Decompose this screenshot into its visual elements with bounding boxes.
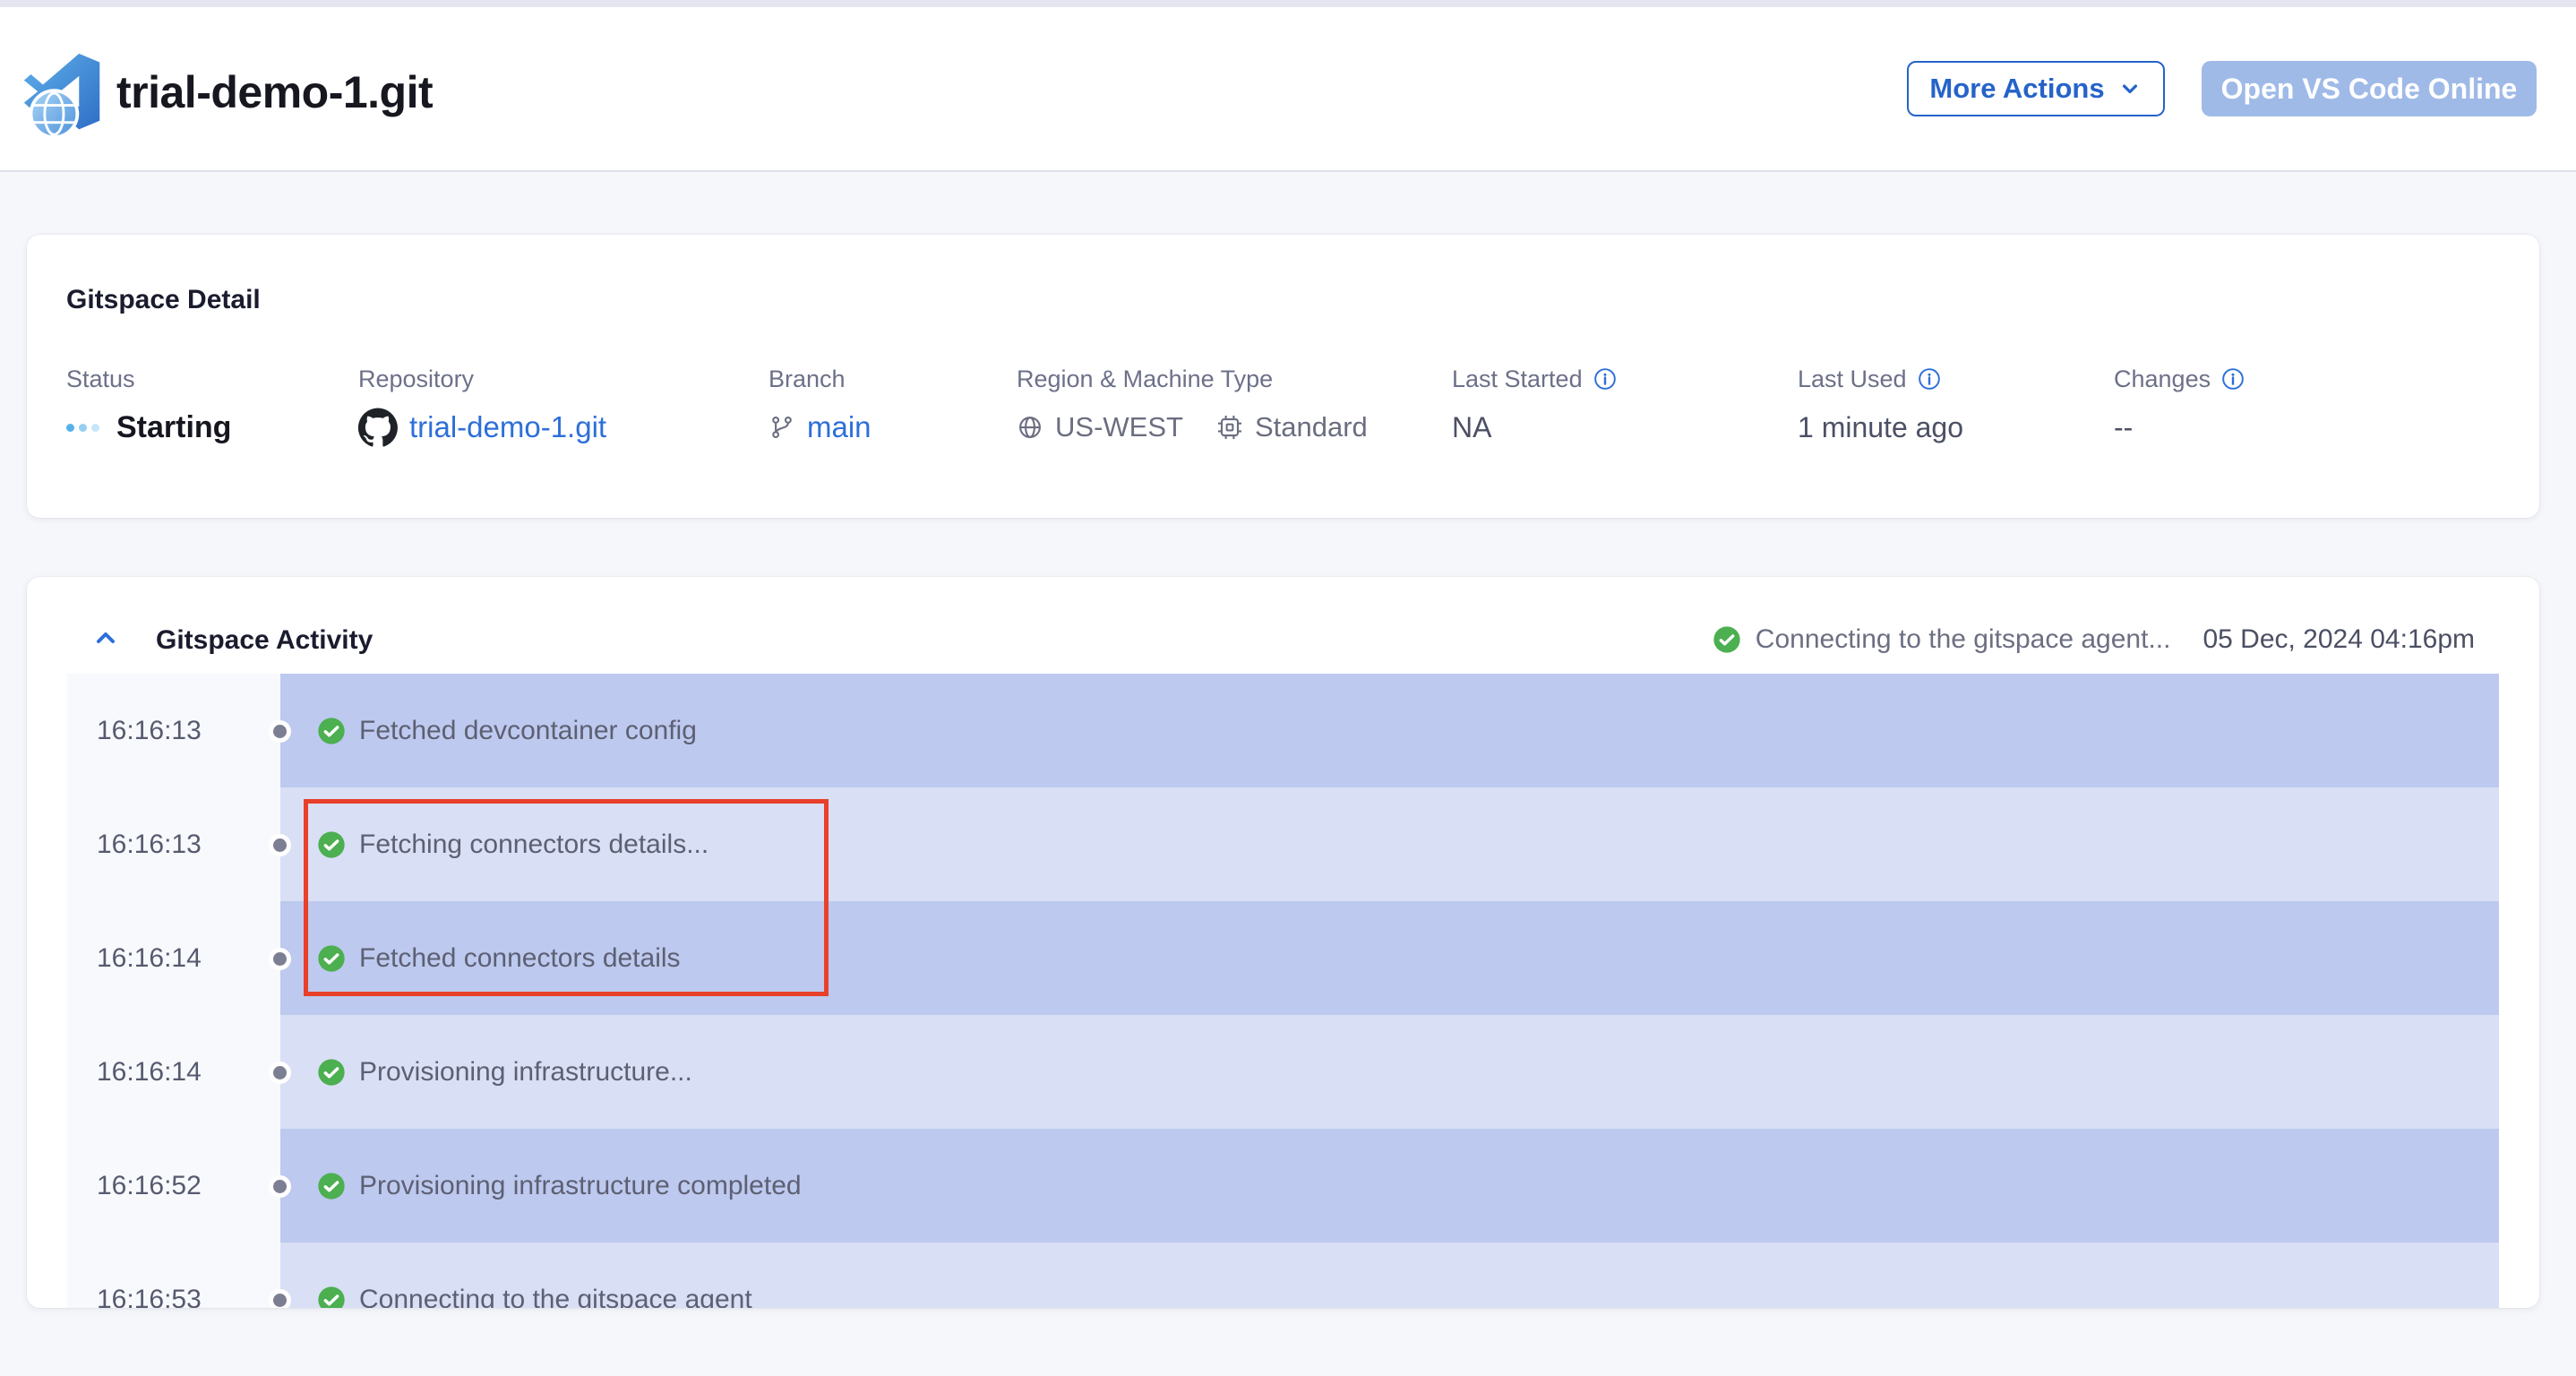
- log-message: Provisioning infrastructure...: [359, 1057, 692, 1088]
- region-machine-label: Region & Machine Type: [1017, 364, 1368, 394]
- more-actions-button[interactable]: More Actions: [1907, 61, 2165, 116]
- field-region-machine: Region & Machine Type US-WEST Standard: [1017, 364, 1368, 450]
- machine-type-value: Standard: [1255, 411, 1368, 443]
- check-circle-icon: [317, 1286, 346, 1309]
- log-message: Fetched connectors details: [359, 943, 681, 974]
- github-icon: [358, 408, 398, 447]
- status-label: Status: [66, 364, 231, 394]
- open-vscode-online-label: Open VS Code Online: [2221, 73, 2518, 106]
- window-top-strip: [0, 0, 2576, 7]
- log-time: 16:16:14: [67, 901, 280, 1015]
- activity-status-text: Connecting to the gitspace agent...: [1756, 624, 2171, 655]
- field-branch: Branch main: [769, 364, 872, 450]
- collapse-chevron-up-icon[interactable]: [90, 622, 122, 654]
- log-message: Connecting to the gitspace agent: [359, 1285, 752, 1309]
- timeline-dot: [269, 834, 291, 856]
- field-status: Status Starting: [66, 364, 231, 450]
- loading-dots-icon: [66, 424, 99, 432]
- log-time: 16:16:53: [67, 1243, 280, 1308]
- log-time: 16:16:14: [67, 1015, 280, 1129]
- activity-timestamp: 05 Dec, 2024 04:16pm: [2202, 624, 2475, 655]
- log-message: Fetching connectors details...: [359, 830, 708, 860]
- log-time: 16:16:13: [67, 787, 280, 901]
- changes-label: Changes: [2114, 366, 2211, 393]
- branch-link[interactable]: main: [807, 410, 872, 444]
- last-started-label: Last Started: [1452, 366, 1583, 393]
- last-used-value: 1 minute ago: [1798, 411, 1963, 444]
- vscode-logo-icon: [20, 48, 106, 142]
- open-vscode-online-button[interactable]: Open VS Code Online: [2202, 61, 2537, 116]
- log-message: Provisioning infrastructure completed: [359, 1171, 802, 1201]
- branch-label: Branch: [769, 364, 872, 394]
- repository-link[interactable]: trial-demo-1.git: [409, 410, 606, 444]
- gitspace-activity-title: Gitspace Activity: [156, 625, 373, 656]
- log-row: 16:16:53 Connecting to the gitspace agen…: [67, 1243, 2499, 1308]
- timeline-dot: [269, 1062, 291, 1084]
- info-icon[interactable]: [2221, 367, 2245, 391]
- gitspace-detail-title: Gitspace Detail: [66, 285, 261, 315]
- machine-type-icon: [1216, 414, 1243, 441]
- timeline-dot: [269, 1289, 291, 1309]
- field-changes: Changes --: [2114, 364, 2245, 450]
- field-last-used: Last Used 1 minute ago: [1798, 364, 1963, 450]
- log-row: 16:16:13 Fetched devcontainer config: [67, 674, 2499, 787]
- check-circle-icon: [317, 1172, 346, 1200]
- page-title: trial-demo-1.git: [116, 64, 433, 121]
- activity-status-group: Connecting to the gitspace agent... 05 D…: [1713, 622, 2475, 658]
- status-value: Starting: [116, 410, 231, 445]
- log-row: 16:16:52 Provisioning infrastructure com…: [67, 1129, 2499, 1243]
- check-circle-icon: [1713, 625, 1741, 654]
- page-header: trial-demo-1.git More Actions Open VS Co…: [0, 7, 2576, 172]
- last-started-value: NA: [1452, 411, 1491, 444]
- activity-log: 16:16:13 Fetched devcontainer config 16:…: [67, 674, 2499, 1308]
- globe-icon: [1017, 414, 1043, 441]
- changes-value: --: [2114, 411, 2133, 444]
- gitspace-activity-card: Gitspace Activity Connecting to the gits…: [27, 577, 2539, 1308]
- log-row: 16:16:14 Fetched connectors details: [67, 901, 2499, 1015]
- timeline-dot: [269, 1175, 291, 1198]
- info-icon[interactable]: [1593, 367, 1617, 391]
- log-time: 16:16:13: [67, 674, 280, 787]
- check-circle-icon: [317, 1058, 346, 1087]
- chevron-down-icon: [2117, 76, 2142, 101]
- last-used-label: Last Used: [1798, 366, 1907, 393]
- log-message: Fetched devcontainer config: [359, 716, 697, 746]
- more-actions-label: More Actions: [1929, 73, 2104, 105]
- check-circle-icon: [317, 830, 346, 859]
- timeline-dot: [269, 720, 291, 743]
- info-icon[interactable]: [1918, 367, 1941, 391]
- field-last-started: Last Started NA: [1452, 364, 1617, 450]
- log-row: 16:16:13 Fetching connectors details...: [67, 787, 2499, 901]
- gitspace-detail-card: Gitspace Detail Status Starting Reposito…: [27, 235, 2539, 518]
- check-circle-icon: [317, 717, 346, 745]
- repository-label: Repository: [358, 364, 606, 394]
- timeline-dot: [269, 948, 291, 970]
- git-branch-icon: [769, 414, 795, 441]
- check-circle-icon: [317, 944, 346, 973]
- region-value: US-WEST: [1055, 411, 1183, 443]
- field-repository: Repository trial-demo-1.git: [358, 364, 606, 450]
- log-time: 16:16:52: [67, 1129, 280, 1243]
- log-row: 16:16:14 Provisioning infrastructure...: [67, 1015, 2499, 1129]
